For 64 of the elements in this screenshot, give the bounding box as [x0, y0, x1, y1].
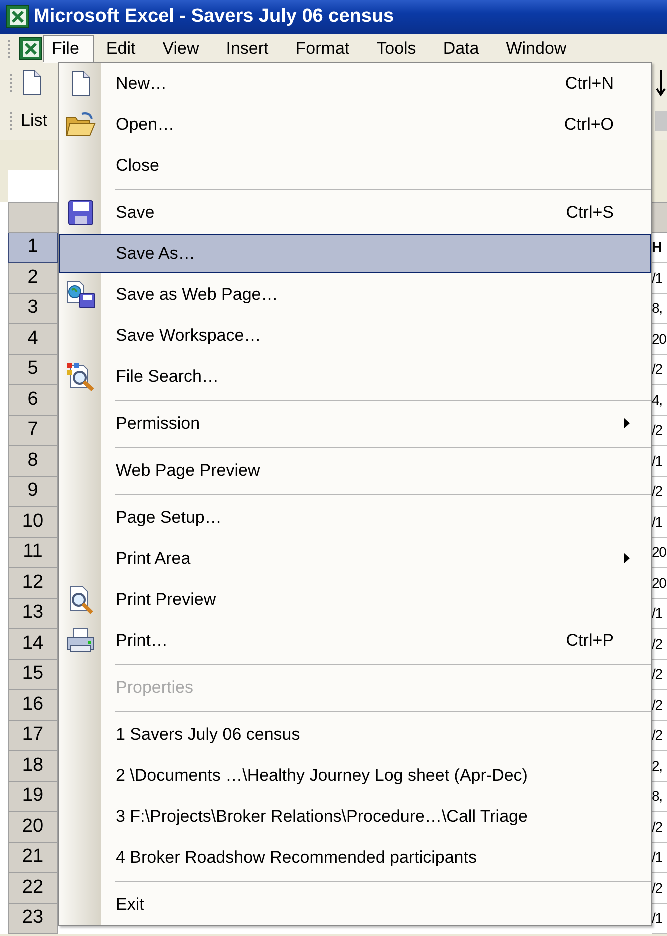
menu-bar-item[interactable]: Window	[497, 35, 582, 63]
row-header[interactable]: 22	[8, 873, 58, 904]
menu-item[interactable]: Open… Ctrl+O	[59, 105, 651, 144]
window-title: Microsoft Excel - Savers July 06 census	[34, 6, 394, 28]
menu-item[interactable]: Print Preview	[59, 580, 651, 619]
menu-bar-item[interactable]: Data	[434, 35, 494, 63]
row-header[interactable]: 13	[8, 598, 58, 629]
row-header[interactable]: 20	[8, 812, 58, 842]
row-header[interactable]: 3	[8, 294, 58, 324]
row-header[interactable]: 4	[8, 324, 58, 354]
menu-item[interactable]: 1 Savers July 06 census	[59, 715, 651, 754]
grip-icon[interactable]	[10, 112, 15, 130]
row-header[interactable]: 6	[8, 385, 58, 416]
grip-icon[interactable]	[8, 40, 13, 58]
row-header[interactable]: 14	[8, 629, 58, 660]
row-header[interactable]: 18	[8, 751, 58, 782]
file-search-icon[interactable]	[66, 362, 96, 392]
row-header[interactable]: 9	[8, 476, 58, 507]
menu-item[interactable]: Exit	[59, 885, 651, 924]
grip-icon[interactable]	[10, 74, 15, 92]
row-header[interactable]: 12	[8, 568, 58, 598]
row-header[interactable]: 2	[8, 263, 58, 294]
menu-bar-item[interactable]: File	[43, 35, 94, 63]
menu-item[interactable]: 3 F:\Projects\Broker Relations\Procedure…\Call Triage	[59, 797, 651, 836]
menu-item[interactable]: 2 \Documents …\Healthy Journey Log sheet (Apr-Dec)	[59, 756, 651, 795]
document-icon[interactable]	[21, 70, 43, 96]
menu-item[interactable]: Save Workspace…	[59, 316, 651, 355]
row-header[interactable]: 15	[8, 660, 58, 690]
menu-item[interactable]: Save Ctrl+S	[59, 193, 651, 232]
menu-bar-item[interactable]: Insert	[217, 35, 284, 63]
menu-item[interactable]: Web Page Preview	[59, 451, 651, 490]
folder-icon[interactable]	[66, 112, 96, 138]
menu-bar-item[interactable]: Format	[286, 35, 365, 63]
spreadsheet-icon[interactable]	[19, 37, 43, 61]
menu-bar-item[interactable]: View	[154, 35, 214, 63]
arrow-down-icon[interactable]	[655, 68, 667, 98]
menu-bar-item[interactable]: Tools	[368, 35, 432, 63]
menu-item[interactable]: Close	[59, 146, 651, 185]
row-header[interactable]: 17	[8, 720, 58, 751]
menu-item[interactable]: File Search…	[59, 357, 651, 396]
row-header[interactable]: 1	[8, 232, 58, 263]
menu-item[interactable]: Print… Ctrl+P	[59, 621, 651, 660]
row-header[interactable]: 7	[8, 416, 58, 446]
row-header[interactable]: 16	[8, 690, 58, 720]
row-header[interactable]: 11	[8, 538, 58, 568]
row-header[interactable]: 21	[8, 842, 58, 873]
menu-item[interactable]: 4 Broker Roadshow Recommended participants	[59, 838, 651, 877]
row-header[interactable]: 23	[8, 904, 58, 934]
row-header[interactable]: 8	[8, 446, 58, 476]
menu-item[interactable]: Print Area	[59, 539, 651, 578]
menu-item[interactable]: Save As…	[59, 234, 651, 273]
menu-item[interactable]: New… Ctrl+N	[59, 64, 651, 103]
row-header[interactable]: 5	[8, 354, 58, 385]
menu-item[interactable]: Page Setup…	[59, 498, 651, 537]
menu-bar-item[interactable]: Edit	[97, 35, 151, 63]
row-header[interactable]: 10	[8, 507, 58, 538]
toolbar-label[interactable]: List	[21, 111, 48, 131]
printer-icon[interactable]	[66, 628, 96, 654]
spreadsheet-icon[interactable]	[6, 5, 30, 29]
web-page-save-icon[interactable]	[66, 280, 96, 308]
document-icon[interactable]	[70, 70, 92, 96]
row-header[interactable]: 19	[8, 782, 58, 812]
menu-item[interactable]: Save as Web Page…	[59, 275, 651, 314]
menu-item[interactable]: Permission	[59, 404, 651, 443]
